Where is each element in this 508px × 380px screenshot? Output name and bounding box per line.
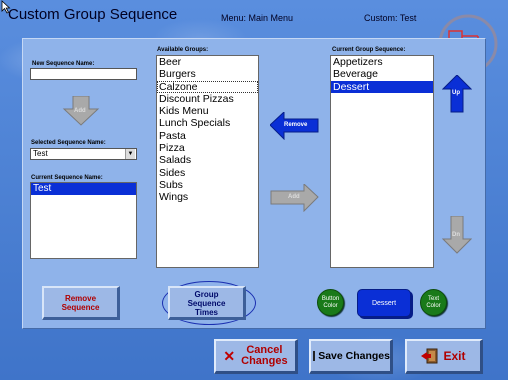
list-item[interactable]: Burgers bbox=[157, 68, 258, 80]
move-down-label: Dn bbox=[452, 232, 460, 238]
list-item[interactable]: Appetizers bbox=[331, 56, 433, 68]
group-times-label-line2: Sequence bbox=[187, 299, 226, 308]
dessert-preview-button[interactable]: Dessert bbox=[357, 289, 411, 317]
list-item[interactable]: Sides bbox=[157, 167, 258, 179]
group-sequence-times-button[interactable]: Group Sequence Times bbox=[168, 286, 246, 320]
available-groups-label: Available Groups: bbox=[157, 47, 209, 53]
remove-sequence-button[interactable]: Remove Sequence bbox=[42, 286, 120, 320]
list-item[interactable]: Beverage bbox=[331, 68, 433, 80]
chevron-down-icon[interactable]: ▼ bbox=[125, 149, 135, 159]
cancel-label-line2: Changes bbox=[241, 355, 288, 367]
list-item[interactable]: Lunch Specials bbox=[157, 117, 258, 129]
exit-label: Exit bbox=[443, 349, 466, 363]
new-sequence-input[interactable] bbox=[30, 68, 137, 80]
remove-sequence-label-line2: Sequence bbox=[61, 303, 100, 312]
selected-sequence-value: Test bbox=[33, 149, 48, 158]
button-color-label-line2: Color bbox=[323, 302, 338, 309]
list-item[interactable]: Calzone bbox=[157, 80, 258, 93]
move-down-button[interactable]: Dn bbox=[441, 215, 473, 254]
save-changes-button[interactable]: Save Changes bbox=[309, 339, 393, 374]
list-item[interactable]: Test bbox=[31, 183, 136, 195]
remove-sequence-label-line1: Remove bbox=[64, 294, 97, 303]
new-sequence-label: New Sequence Name: bbox=[32, 61, 95, 67]
selected-sequence-label: Selected Sequence Name: bbox=[31, 140, 106, 146]
current-sequence-list[interactable]: Test bbox=[30, 182, 137, 259]
current-group-sequence-label: Current Group Sequence: bbox=[332, 47, 406, 53]
remove-group-label: Remove bbox=[284, 122, 308, 128]
selected-sequence-select[interactable]: Test ▼ bbox=[30, 148, 137, 160]
list-item[interactable]: Salads bbox=[157, 154, 258, 166]
cancel-changes-button[interactable]: ✕ Cancel Changes bbox=[214, 339, 298, 374]
page-title: Custom Group Sequence bbox=[8, 6, 178, 23]
text-color-label-line2: Color bbox=[426, 302, 441, 309]
exit-door-icon bbox=[421, 348, 438, 364]
dessert-preview-label: Dessert bbox=[371, 299, 397, 307]
available-groups-list[interactable]: Beer Burgers Calzone Discount Pizzas Kid… bbox=[156, 55, 259, 268]
current-sequence-label: Current Sequence Name: bbox=[31, 175, 103, 181]
current-group-sequence-list[interactable]: Appetizers Beverage Dessert bbox=[330, 55, 434, 268]
save-label: Save Changes bbox=[318, 350, 390, 362]
list-item[interactable]: Dessert bbox=[331, 80, 433, 93]
add-sequence-button[interactable]: Add bbox=[62, 95, 100, 126]
add-sequence-label: Add bbox=[74, 108, 86, 114]
list-item[interactable]: Pizza bbox=[157, 142, 258, 154]
add-group-label: Add bbox=[288, 194, 300, 200]
text-color-button[interactable]: Text Color bbox=[420, 289, 447, 316]
list-item[interactable]: Kids Menu bbox=[157, 105, 258, 117]
add-group-button[interactable]: Add bbox=[270, 182, 320, 213]
list-item[interactable]: Wings bbox=[157, 191, 258, 203]
menu-indicator: Menu: Main Menu bbox=[221, 13, 294, 23]
exit-button[interactable]: Exit bbox=[405, 339, 483, 374]
button-color-label-line1: Button bbox=[321, 295, 340, 302]
remove-group-button[interactable]: Remove bbox=[269, 110, 320, 141]
cancel-x-icon: ✕ bbox=[223, 347, 236, 364]
button-color-button[interactable]: Button Color bbox=[317, 289, 344, 316]
disk-icon bbox=[313, 351, 316, 361]
text-color-label-line1: Text bbox=[427, 295, 439, 302]
custom-indicator: Custom: Test bbox=[364, 13, 417, 23]
move-up-button[interactable]: Up bbox=[441, 74, 473, 113]
move-up-label: Up bbox=[452, 90, 460, 96]
list-item[interactable]: Discount Pizzas bbox=[157, 93, 258, 105]
list-item[interactable]: Pasta bbox=[157, 130, 258, 142]
group-times-label-line3: Times bbox=[195, 308, 218, 317]
list-item[interactable]: Beer bbox=[157, 56, 258, 68]
list-item[interactable]: Subs bbox=[157, 179, 258, 191]
group-times-label-line1: Group bbox=[194, 290, 219, 299]
